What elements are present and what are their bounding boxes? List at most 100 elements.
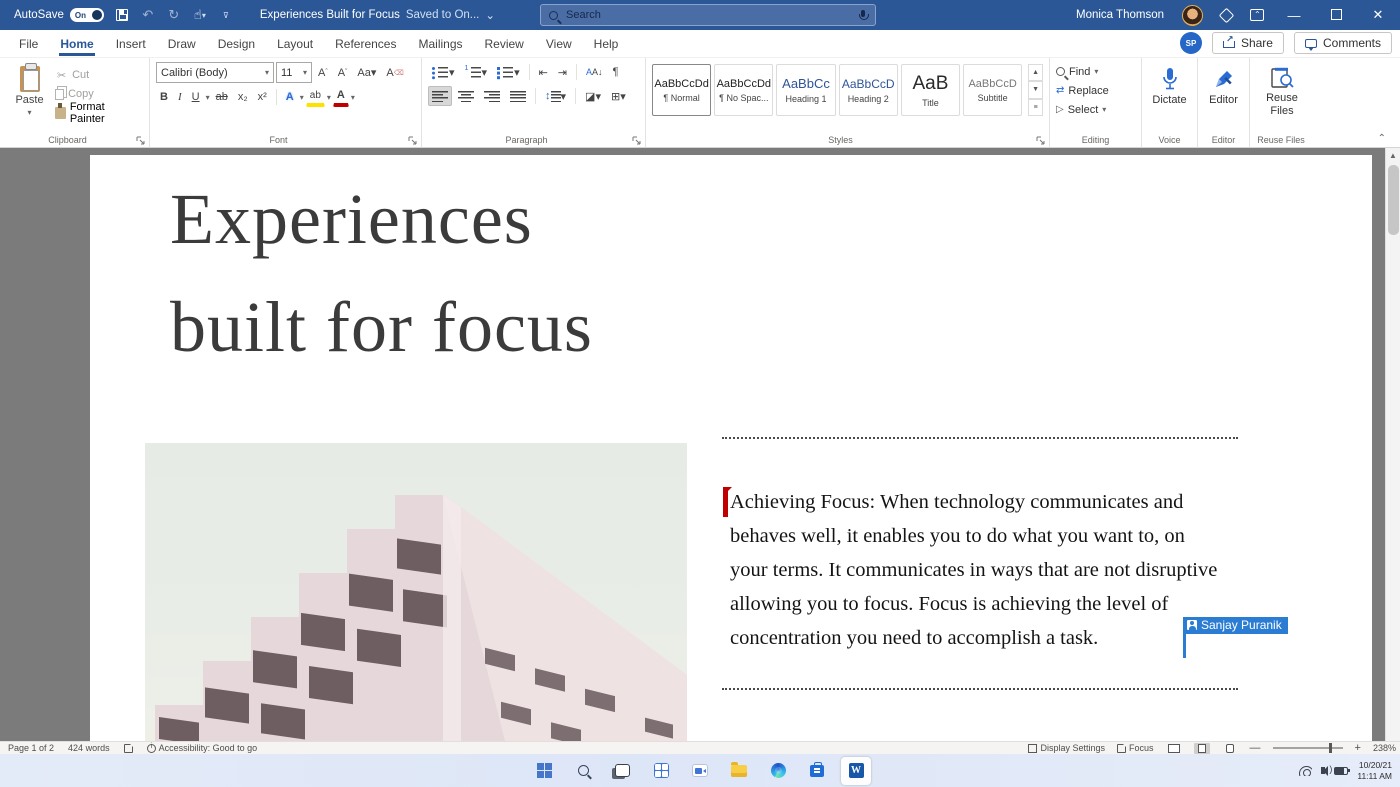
tab-mailings[interactable]: Mailings xyxy=(407,32,473,56)
document-page[interactable]: Experiences built for focus xyxy=(90,155,1372,741)
tab-references[interactable]: References xyxy=(324,32,407,56)
diamond-icon[interactable] xyxy=(1219,7,1235,23)
find-button[interactable]: Find▾ xyxy=(1056,63,1135,80)
line-spacing-button[interactable]: ↕▾ xyxy=(541,86,570,106)
shrink-font-button[interactable]: Aˇ xyxy=(334,63,352,83)
increase-indent-button[interactable]: ⇥ xyxy=(554,62,571,82)
tab-layout[interactable]: Layout xyxy=(266,32,324,56)
style-normal[interactable]: AaBbCcDd ¶ Normal xyxy=(652,64,711,116)
saved-status[interactable]: Saved to On... xyxy=(406,9,480,21)
search-box[interactable]: Search xyxy=(540,4,876,26)
paste-chevron-icon[interactable]: ▾ xyxy=(28,108,32,117)
user-avatar[interactable] xyxy=(1182,5,1203,26)
align-center-button[interactable] xyxy=(454,86,478,106)
editor-button[interactable]: Editor xyxy=(1204,62,1243,107)
paste-button[interactable]: Paste ▾ xyxy=(6,62,53,131)
styles-scroll-down-button[interactable]: ▼ xyxy=(1028,81,1043,98)
collapse-ribbon-button[interactable]: ⌃ xyxy=(1378,133,1386,144)
bullets-button[interactable]: ▾ xyxy=(428,62,459,82)
font-size-select[interactable]: 11▾ xyxy=(276,62,312,83)
style-title[interactable]: AaB Title xyxy=(901,64,960,116)
word-count-status[interactable]: 424 words xyxy=(68,743,110,753)
highlight-color-button[interactable]: ab xyxy=(306,87,325,107)
multilevel-list-button[interactable]: ▾ xyxy=(493,62,524,82)
sort-button[interactable]: AA↓ xyxy=(582,62,607,82)
file-explorer-button[interactable] xyxy=(724,757,754,785)
format-painter-button[interactable]: Format Painter xyxy=(53,104,143,122)
task-view-button[interactable] xyxy=(607,757,637,785)
italic-button[interactable]: I xyxy=(174,87,186,107)
font-dialog-launcher[interactable] xyxy=(408,136,417,145)
chat-button[interactable] xyxy=(685,757,715,785)
paragraph-dialog-launcher[interactable] xyxy=(632,136,641,145)
align-left-button[interactable] xyxy=(428,86,452,106)
tab-review[interactable]: Review xyxy=(474,32,535,56)
tab-design[interactable]: Design xyxy=(207,32,266,56)
search-mic-icon[interactable] xyxy=(859,10,867,21)
tab-draw[interactable]: Draw xyxy=(157,32,207,56)
widgets-button[interactable] xyxy=(646,757,676,785)
clipboard-dialog-launcher[interactable] xyxy=(136,136,145,145)
tab-view[interactable]: View xyxy=(535,32,583,56)
strikethrough-button[interactable]: ab xyxy=(212,87,232,107)
edge-button[interactable] xyxy=(763,757,793,785)
numbering-button[interactable]: ▾ xyxy=(461,62,492,82)
style-heading-1[interactable]: AaBbCc Heading 1 xyxy=(776,64,835,116)
touch-mode-icon[interactable]: ☝▾ xyxy=(192,7,208,23)
tab-file[interactable]: File xyxy=(8,32,49,56)
display-settings-button[interactable]: Display Settings xyxy=(1028,743,1105,753)
styles-gallery-expand-button[interactable]: ≡ xyxy=(1028,99,1043,116)
ribbon-display-options-icon[interactable] xyxy=(1250,9,1264,21)
start-button[interactable] xyxy=(529,757,559,785)
focus-button[interactable]: Focus xyxy=(1117,743,1154,753)
superscript-button[interactable]: x² xyxy=(254,87,271,107)
redo-icon[interactable]: ↻ xyxy=(166,7,182,23)
word-taskbar-button[interactable]: W xyxy=(841,757,871,785)
tab-help[interactable]: Help xyxy=(583,32,630,56)
font-color-button[interactable]: A xyxy=(333,87,349,107)
show-formatting-marks-button[interactable]: ¶ xyxy=(609,62,623,82)
align-right-button[interactable] xyxy=(480,86,504,106)
close-button[interactable]: ✕ xyxy=(1366,7,1390,23)
replace-button[interactable]: ⇄Replace xyxy=(1056,82,1135,99)
body-paragraph[interactable]: Achieving Focus: When technology communi… xyxy=(730,485,1222,655)
select-button[interactable]: ▷Select▾ xyxy=(1056,101,1135,118)
autosave-toggle[interactable]: AutoSave On xyxy=(14,8,104,22)
undo-icon[interactable]: ↶ xyxy=(140,7,156,23)
user-name[interactable]: Monica Thomson xyxy=(1076,9,1164,21)
zoom-slider[interactable] xyxy=(1273,747,1343,749)
wifi-icon[interactable] xyxy=(1299,766,1312,776)
subscript-button[interactable]: x₂ xyxy=(234,87,252,107)
text-effects-button[interactable]: A xyxy=(282,87,298,107)
autosave-switch[interactable]: On xyxy=(70,8,104,22)
justify-button[interactable] xyxy=(506,86,530,106)
web-layout-button[interactable] xyxy=(1222,743,1238,754)
style-no-spacing[interactable]: AaBbCcDd ¶ No Spac... xyxy=(714,64,773,116)
style-subtitle[interactable]: AaBbCcD Subtitle xyxy=(963,64,1022,116)
zoom-slider-thumb[interactable] xyxy=(1329,743,1332,753)
borders-button[interactable]: ⊞▾ xyxy=(607,86,630,106)
vertical-scrollbar[interactable]: ▲ xyxy=(1385,148,1400,741)
battery-icon[interactable] xyxy=(1334,767,1348,775)
restore-button[interactable] xyxy=(1324,8,1348,23)
styles-dialog-launcher[interactable] xyxy=(1036,136,1045,145)
building-image[interactable] xyxy=(145,443,687,741)
zoom-in-button[interactable]: + xyxy=(1355,742,1361,754)
document-heading[interactable]: Experiences built for focus xyxy=(170,165,593,381)
styles-scroll-up-button[interactable]: ▲ xyxy=(1028,64,1043,81)
font-name-select[interactable]: Calibri (Body)▾ xyxy=(156,62,274,83)
print-layout-button[interactable] xyxy=(1194,743,1210,754)
collaborator-presence-badge[interactable]: SP xyxy=(1180,32,1202,54)
minimize-button[interactable]: — xyxy=(1282,8,1306,23)
document-title[interactable]: Experiences Built for Focus xyxy=(260,9,400,21)
tab-insert[interactable]: Insert xyxy=(105,32,157,56)
style-heading-2[interactable]: AaBbCcD Heading 2 xyxy=(839,64,898,116)
saved-status-chevron-icon[interactable]: ⌄ xyxy=(485,8,495,22)
volume-icon[interactable] xyxy=(1321,767,1325,774)
scrollbar-thumb[interactable] xyxy=(1388,165,1399,235)
decrease-indent-button[interactable]: ⇤ xyxy=(535,62,552,82)
underline-button[interactable]: U xyxy=(188,87,204,107)
microsoft-store-button[interactable] xyxy=(802,757,832,785)
change-case-button[interactable]: Aa▾ xyxy=(353,63,380,83)
dictate-button[interactable]: Dictate xyxy=(1148,62,1191,107)
